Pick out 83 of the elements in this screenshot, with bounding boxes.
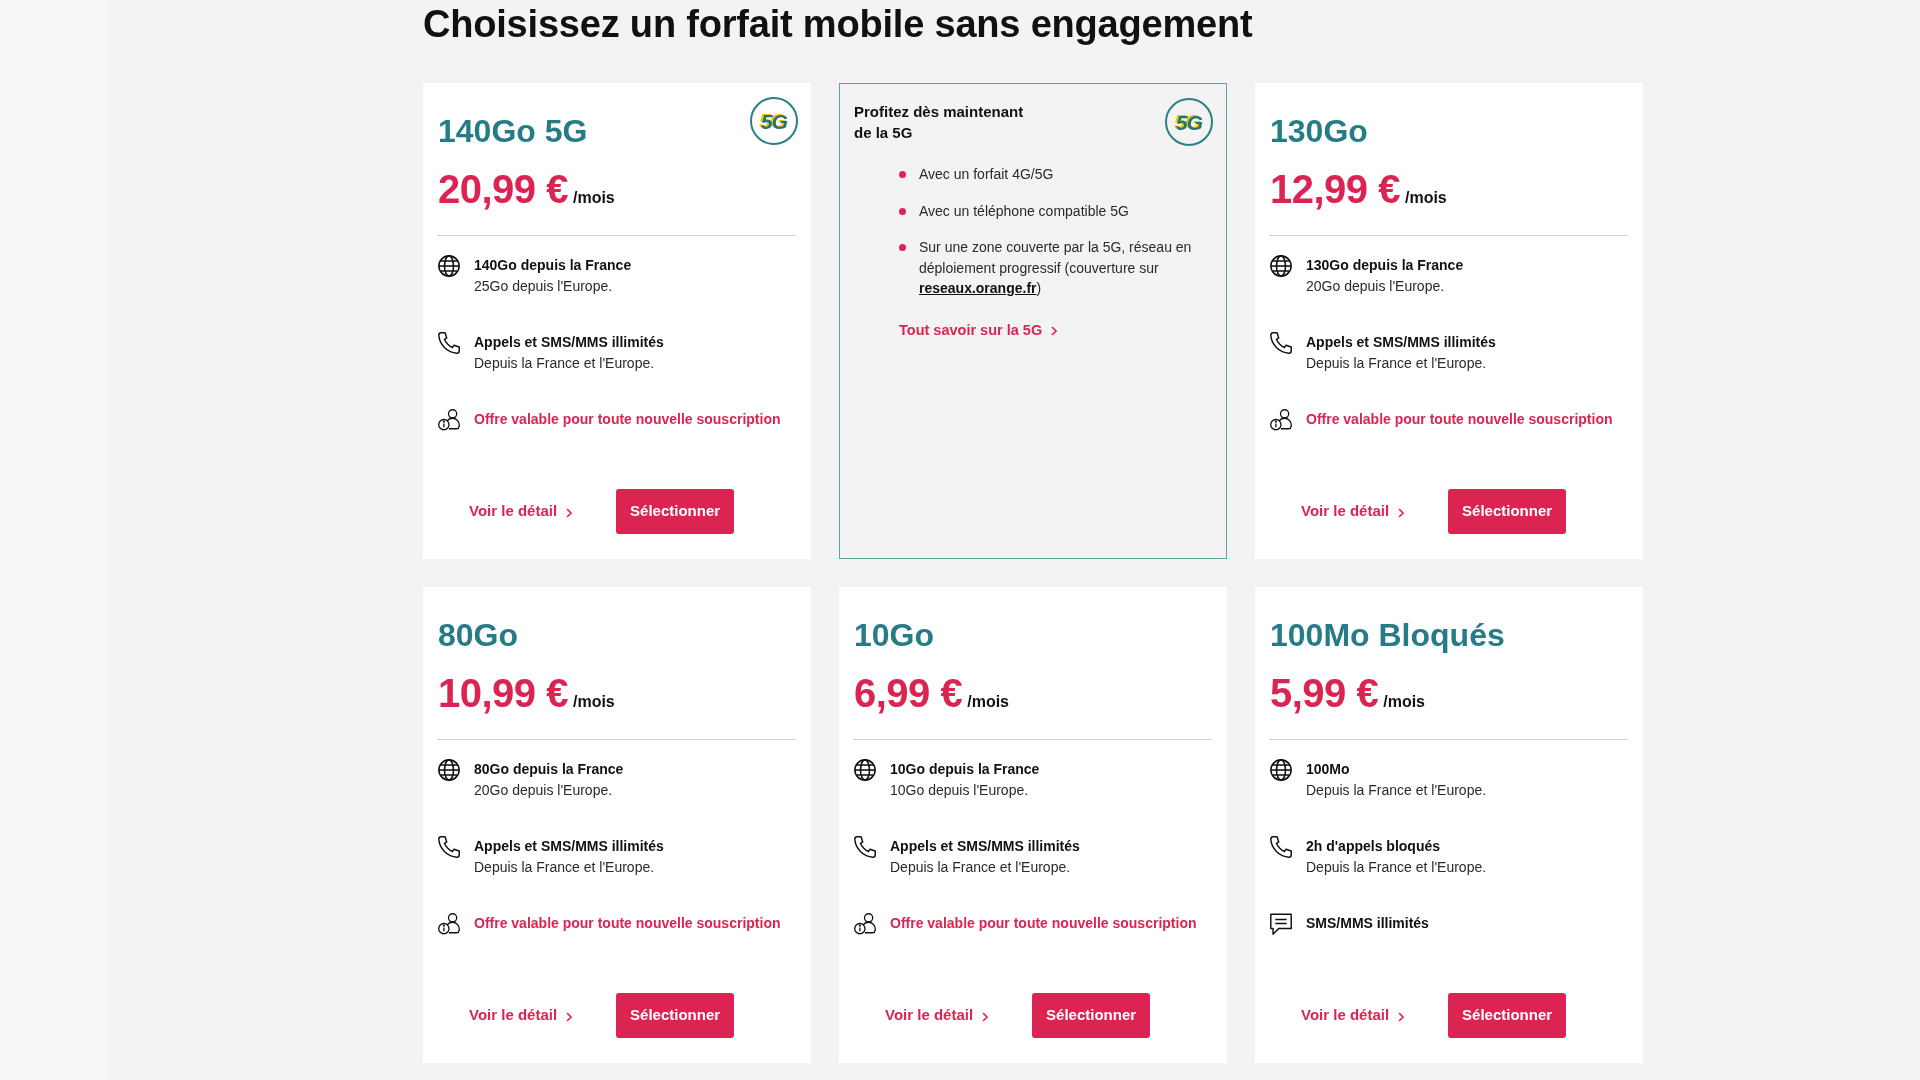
feature-title: 130Go depuis la France xyxy=(1306,256,1464,275)
globe-icon xyxy=(854,759,876,781)
phone-icon xyxy=(1270,332,1292,354)
plan-price: 12,99 € xyxy=(1270,166,1400,213)
plan-price: 5,99 € xyxy=(1270,670,1379,717)
user-info-icon xyxy=(438,409,460,431)
feature-title: Offre valable pour toute nouvelle souscription xyxy=(1306,410,1613,429)
phone-icon xyxy=(1270,836,1292,858)
feature-title: Appels et SMS/MMS illimités xyxy=(1306,333,1496,352)
globe-icon xyxy=(438,255,460,277)
feature-title: Offre valable pour toute nouvelle souscription xyxy=(474,914,781,933)
chevron-right-icon xyxy=(566,1011,573,1022)
plan-name: 140Go 5G xyxy=(438,112,588,151)
feature-note: 10Go depuis l'Europe. xyxy=(890,781,1029,800)
feature-title: 80Go depuis la France xyxy=(474,760,624,779)
feature-note: Depuis la France et l'Europe. xyxy=(1306,781,1487,800)
price-period: /mois xyxy=(1383,692,1425,712)
chevron-right-icon xyxy=(982,1011,989,1022)
network-badge: 5G xyxy=(750,97,798,145)
chevron-right-icon xyxy=(566,507,573,518)
user-info-icon xyxy=(1270,409,1292,431)
plan-name: 80Go xyxy=(438,616,519,655)
select-button[interactable]: Sélectionner xyxy=(616,993,735,1038)
details-link[interactable]: Voir le détail xyxy=(885,1004,989,1027)
feature-title: 10Go depuis la France xyxy=(890,760,1040,779)
details-link[interactable]: Voir le détail xyxy=(1301,1004,1405,1027)
chevron-right-icon xyxy=(1398,1011,1405,1022)
plan-name: 100Mo Bloqués xyxy=(1270,616,1505,655)
chevron-right-icon xyxy=(1398,507,1405,518)
feature-title: Offre valable pour toute nouvelle souscription xyxy=(474,410,781,429)
plan-price: 6,99 € xyxy=(854,670,963,717)
feature-note: Depuis la France et l'Europe. xyxy=(1306,858,1487,877)
plan-price: 20,99 € xyxy=(438,166,568,213)
price-period: /mois xyxy=(1404,188,1447,208)
feature-title: 140Go depuis la France xyxy=(474,256,632,275)
feature-note: Depuis la France et l'Europe. xyxy=(890,858,1071,877)
network-badge: 5G xyxy=(1165,98,1213,146)
select-button[interactable]: Sélectionner xyxy=(1448,489,1567,534)
feature-note: 20Go depuis l'Europe. xyxy=(1306,277,1445,296)
phone-icon xyxy=(854,836,876,858)
chat-bubble-icon xyxy=(1270,913,1292,935)
learn-more-link[interactable]: Tout savoir sur la 5G xyxy=(899,319,1058,342)
bullet-dot-icon xyxy=(899,207,906,215)
select-button[interactable]: Sélectionner xyxy=(616,489,735,534)
bullet-dot-icon xyxy=(899,171,906,178)
feature-title: Appels et SMS/MMS illimités xyxy=(890,837,1080,856)
feature-title: SMS/MMS illimités xyxy=(1306,914,1429,933)
select-button[interactable]: Sélectionner xyxy=(1032,993,1151,1038)
chevron-right-icon xyxy=(1051,326,1058,337)
coverage-link[interactable]: reseaux.orange.fr xyxy=(919,280,1037,296)
feature-title: 2h d'appels bloqués xyxy=(1306,837,1441,856)
select-button[interactable]: Sélectionner xyxy=(1448,993,1567,1038)
phone-icon xyxy=(438,332,460,354)
user-info-icon xyxy=(854,913,876,935)
feature-title: Appels et SMS/MMS illimités xyxy=(474,333,664,352)
feature-note: Depuis la France et l'Europe. xyxy=(1306,354,1487,373)
feature-note: Depuis la France et l'Europe. xyxy=(474,354,655,373)
details-link[interactable]: Voir le détail xyxy=(469,1004,573,1027)
globe-icon xyxy=(1270,255,1292,277)
phone-icon xyxy=(438,836,460,858)
details-link[interactable]: Voir le détail xyxy=(1301,500,1405,523)
globe-icon xyxy=(1270,759,1292,781)
price-period: /mois xyxy=(572,188,615,208)
feature-title: Appels et SMS/MMS illimités xyxy=(474,837,664,856)
plan-name: 10Go xyxy=(854,616,935,655)
price-period: /mois xyxy=(967,692,1009,712)
bullet-dot-icon xyxy=(899,244,906,251)
promo-heading: Profitez dès maintenant de la 5G xyxy=(854,102,1025,143)
bullet-text: Sur une zone couverte par la 5G, réseau en déploiement progressif (couverture sur reseaux.orange.fr) xyxy=(919,238,1193,298)
bullet-text: Avec un forfait 4G/5G xyxy=(919,165,1055,184)
price-period: /mois xyxy=(572,692,615,712)
feature-title: Offre valable pour toute nouvelle souscription xyxy=(890,914,1197,933)
feature-note: Depuis la France et l'Europe. xyxy=(474,858,655,877)
bullet-text: Avec un téléphone compatible 5G xyxy=(919,201,1130,221)
details-link[interactable]: Voir le détail xyxy=(469,500,573,523)
user-info-icon xyxy=(438,913,460,935)
page-title: Choisissez un forfait mobile sans engagement xyxy=(423,2,1253,47)
feature-note: 25Go depuis l'Europe. xyxy=(474,277,613,296)
globe-icon xyxy=(438,759,460,781)
plan-name: 130Go xyxy=(1270,112,1368,151)
plan-price: 10,99 € xyxy=(438,670,568,717)
feature-note: 20Go depuis l'Europe. xyxy=(474,781,613,800)
feature-title: 100Mo xyxy=(1306,760,1350,779)
